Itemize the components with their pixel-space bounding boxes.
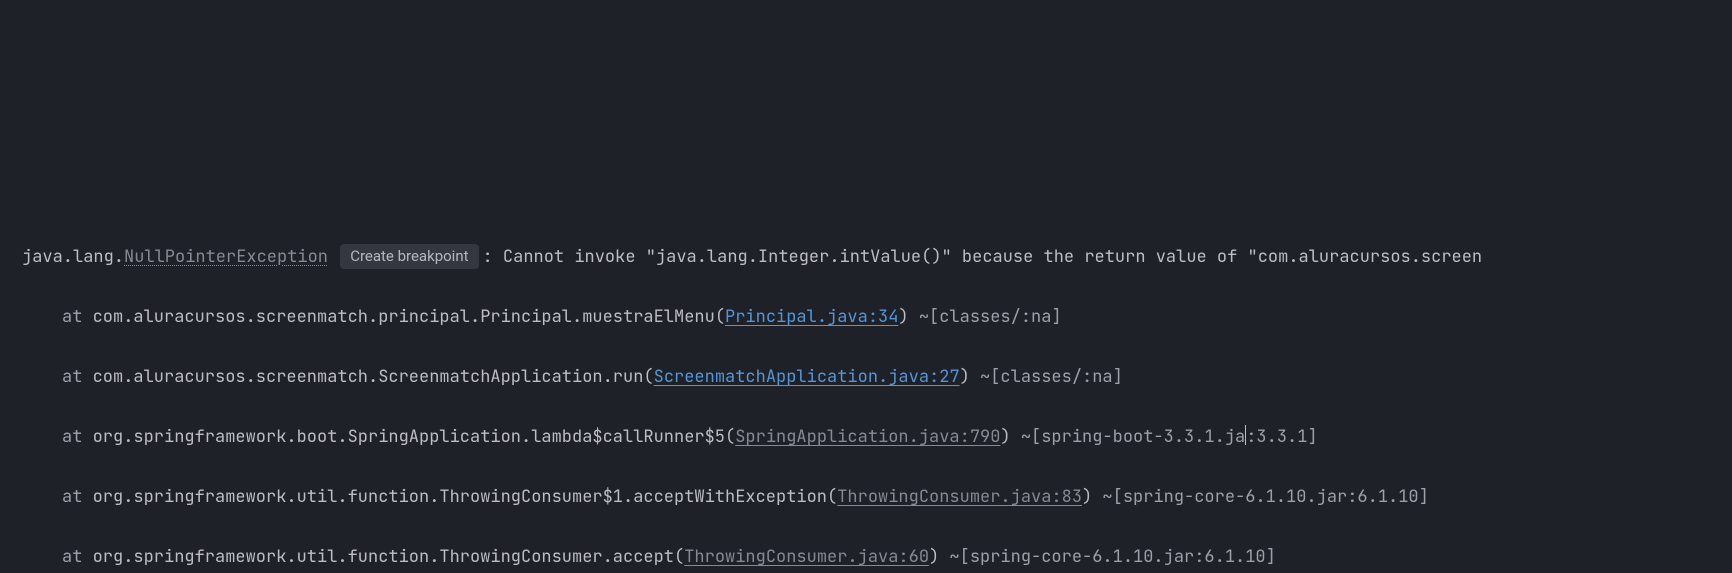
create-breakpoint-button[interactable]: Create breakpoint (340, 244, 478, 269)
source-link[interactable]: ThrowingConsumer.java:83 (837, 486, 1082, 508)
fold-gutter: › › (6, 32, 18, 573)
colon: : (483, 246, 503, 268)
stack-frame: at org.springframework.util.function.Thr… (22, 482, 1732, 512)
source-link[interactable]: Principal.java:34 (725, 306, 898, 328)
exception-message: Cannot invoke "java.lang.Integer.intValu… (503, 246, 1482, 268)
fold-arrow (6, 92, 18, 122)
fold-arrow (6, 182, 18, 212)
exception-prefix: java.lang. (22, 246, 124, 268)
exception-class-link[interactable]: NullPointerException (124, 246, 328, 268)
source-link[interactable]: ScreenmatchApplication.java:27 (654, 366, 960, 388)
source-link[interactable]: SpringApplication.java:790 (735, 426, 1000, 448)
fold-arrow (6, 272, 18, 302)
exception-line: java.lang.NullPointerException Create br… (22, 242, 1732, 272)
stack-frame: at org.springframework.boot.SpringApplic… (22, 422, 1732, 452)
stack-trace: java.lang.NullPointerException Create br… (0, 212, 1732, 573)
fold-arrow (6, 542, 18, 572)
source-link[interactable]: ThrowingConsumer.java:60 (684, 546, 929, 568)
stack-frame: at org.springframework.util.function.Thr… (22, 542, 1732, 572)
fold-arrow (6, 362, 18, 392)
fold-arrow (6, 452, 18, 482)
stack-frame: at com.aluracursos.screenmatch.Screenmat… (22, 362, 1732, 392)
stack-frame: at com.aluracursos.screenmatch.principal… (22, 302, 1732, 332)
